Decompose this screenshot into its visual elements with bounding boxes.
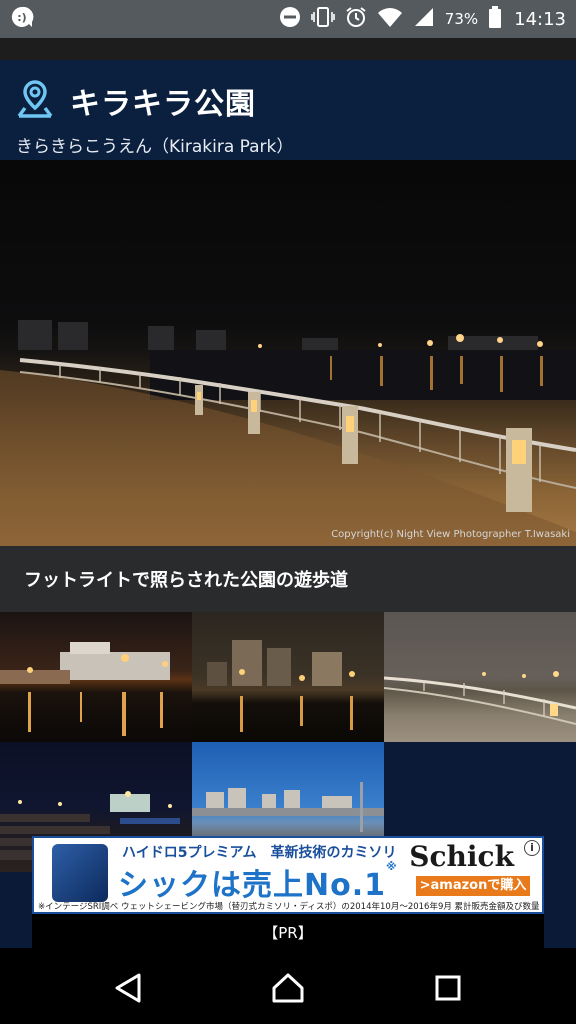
status-bar: :) 73% 14:13: [0, 0, 576, 38]
ad-info-icon[interactable]: i: [524, 840, 540, 856]
razor-product-image: [52, 844, 108, 902]
page-title: キラキラ公園: [70, 87, 256, 122]
cellular-signal-icon: [413, 6, 435, 33]
gallery-thumbnail[interactable]: [384, 612, 576, 742]
alarm-icon: [345, 6, 367, 33]
ad-footnote: ※インテージSRI調べ ウェットシェービング市場（替刃式カミソリ・ディスポ）の2…: [38, 902, 540, 912]
pr-label: 【PR】: [263, 924, 313, 942]
ad-tagline: ハイドロ5プレミアム 革新技術のカミソリ: [122, 845, 397, 861]
home-icon[interactable]: [266, 966, 310, 1010]
spot-header: キラキラ公園 きらきらこうえん（Kirakira Park）: [0, 60, 576, 160]
svg-text::): :): [17, 11, 26, 24]
gallery-thumbnail[interactable]: [192, 612, 384, 742]
ad-banner[interactable]: ハイドロ5プレミアム 革新技術のカミソリ シックは売上No.1※ Schick …: [32, 836, 544, 914]
photo-gallery: [0, 612, 576, 872]
wifi-icon: [377, 6, 403, 33]
location-pin-icon: [14, 78, 56, 124]
ad-brand-logo: Schick: [409, 840, 514, 873]
hero-photo-drawing: [0, 320, 576, 546]
caption-bar: フットライトで照らされた公園の遊歩道: [0, 546, 576, 612]
clock: 14:13: [514, 8, 566, 30]
app-notification-icon: :): [10, 5, 34, 33]
toolbar-gap: [0, 38, 576, 60]
hero-photo[interactable]: Copyright(c) Night View Photographer T.I…: [0, 160, 576, 546]
screen: :) 73% 14:13 キラキラ公園 きらきらこうえん（Kirakira Pa…: [0, 0, 576, 1024]
photo-caption: フットライトで照らされた公園の遊歩道: [24, 570, 348, 591]
amazon-buy-button[interactable]: >amazonで購入: [416, 876, 530, 896]
battery-percent: 73%: [444, 10, 479, 28]
page-subtitle: きらきらこうえん（Kirakira Park）: [16, 137, 294, 157]
photo-credit: Copyright(c) Night View Photographer T.I…: [331, 529, 570, 540]
vibrate-icon: [310, 6, 335, 33]
gallery-thumbnail[interactable]: [0, 612, 192, 742]
pr-bar: 【PR】: [32, 914, 544, 948]
ad-headline: シックは売上No.1※: [118, 860, 398, 903]
battery-icon: [488, 5, 502, 33]
back-icon[interactable]: [106, 966, 150, 1010]
system-nav-bar: [0, 948, 576, 1024]
do-not-disturb-icon: [279, 6, 301, 33]
recent-apps-icon[interactable]: [426, 966, 470, 1010]
